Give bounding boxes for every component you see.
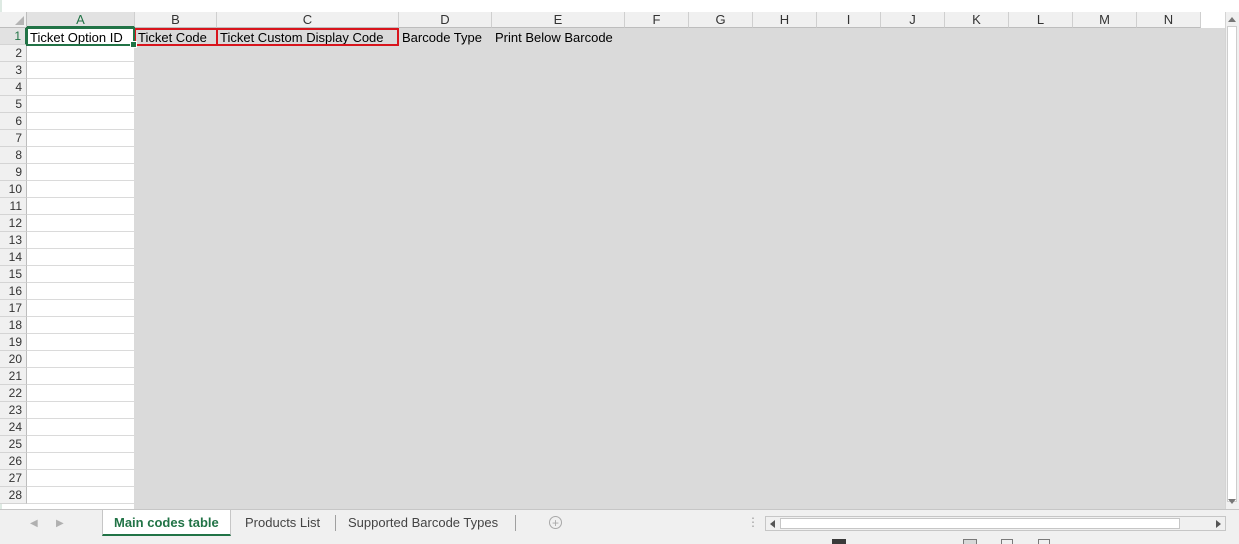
- gridline: [134, 28, 135, 509]
- row-header-27[interactable]: 27: [0, 470, 27, 487]
- status-indicator: [832, 539, 846, 544]
- column-header-c[interactable]: C: [217, 12, 399, 28]
- scroll-right-arrow-icon[interactable]: [1216, 520, 1221, 528]
- highlight-box-b1: [134, 28, 218, 46]
- row-header-3[interactable]: 3: [0, 62, 27, 79]
- row-header-4[interactable]: 4: [0, 79, 27, 96]
- row-header-12[interactable]: 12: [0, 215, 27, 232]
- gridline: [1136, 28, 1137, 509]
- gridline: [816, 28, 817, 509]
- select-all-button[interactable]: [0, 12, 27, 28]
- worksheet: ABCDEFGHIJKLMN 1 2 3 4 5 6 7 8 9 10 11 12 13 14 15 16 17…: [0, 0, 1239, 509]
- row-header-2[interactable]: 2: [0, 45, 27, 62]
- next-sheet-arrow-icon[interactable]: ▶: [56, 518, 64, 529]
- row-header-26[interactable]: 26: [0, 453, 27, 470]
- row-header-11[interactable]: 11: [0, 198, 27, 215]
- horizontal-scroll-thumb[interactable]: [780, 518, 1180, 529]
- gridline: [624, 28, 625, 509]
- gridline: [1008, 28, 1009, 509]
- row-header-7[interactable]: 7: [0, 130, 27, 147]
- column-header-a[interactable]: A: [27, 12, 135, 28]
- row-header-15[interactable]: 15: [0, 266, 27, 283]
- row-header-10[interactable]: 10: [0, 181, 27, 198]
- row-header-8[interactable]: 8: [0, 147, 27, 164]
- row-header-9[interactable]: 9: [0, 164, 27, 181]
- column-header-l[interactable]: L: [1009, 12, 1073, 28]
- gridline: [1072, 28, 1073, 509]
- row-headers: 1 2 3 4 5 6 7 8 9 10 11 12 13 14 15 16 17 18 19 20 21 22 23 24 2…: [0, 28, 27, 504]
- column-header-g[interactable]: G: [689, 12, 753, 28]
- column-header-b[interactable]: B: [135, 12, 217, 28]
- vertical-scrollbar[interactable]: [1225, 12, 1239, 509]
- gridline: [398, 28, 399, 509]
- column-header-d[interactable]: D: [399, 12, 492, 28]
- column-header-n[interactable]: N: [1137, 12, 1201, 28]
- row-header-16[interactable]: 16: [0, 283, 27, 300]
- scroll-down-arrow-icon[interactable]: [1228, 499, 1236, 504]
- gridline: [491, 28, 492, 509]
- column-header-h[interactable]: H: [753, 12, 817, 28]
- tab-supported-barcode-types[interactable]: Supported Barcode Types: [337, 510, 509, 536]
- normal-view-icon[interactable]: [963, 539, 977, 544]
- splitter-handle-icon[interactable]: ⋮: [747, 515, 759, 529]
- vertical-scroll-thumb[interactable]: [1227, 26, 1237, 502]
- select-all-triangle-icon: [15, 16, 24, 25]
- add-sheet-icon[interactable]: +: [549, 516, 562, 529]
- prev-sheet-arrow-icon[interactable]: ◀: [30, 518, 38, 529]
- row-header-5[interactable]: 5: [0, 96, 27, 113]
- tab-products-list[interactable]: Products List: [234, 510, 331, 536]
- page-break-view-icon[interactable]: [1038, 539, 1050, 544]
- column-header-i[interactable]: I: [817, 12, 881, 28]
- horizontal-scrollbar[interactable]: [765, 516, 1226, 531]
- tab-separator: [335, 515, 336, 531]
- column-header-e[interactable]: E: [492, 12, 625, 28]
- cell-d1[interactable]: Barcode Type: [399, 28, 492, 45]
- row-header-18[interactable]: 18: [0, 317, 27, 334]
- tab-separator: [515, 515, 516, 531]
- highlight-box-c1: [216, 28, 399, 46]
- row-header-17[interactable]: 17: [0, 300, 27, 317]
- gridline: [944, 28, 945, 509]
- sheet-tab-bar: ◀ ▶ Main codes table Products List Suppo…: [0, 509, 1239, 536]
- row-header-25[interactable]: 25: [0, 436, 27, 453]
- active-cell-selection: [26, 27, 137, 48]
- column-header-j[interactable]: J: [881, 12, 945, 28]
- fill-handle[interactable]: [130, 41, 137, 48]
- row-header-21[interactable]: 21: [0, 368, 27, 385]
- cell-e1[interactable]: Print Below Barcode: [492, 28, 625, 45]
- row-header-6[interactable]: 6: [0, 113, 27, 130]
- row-header-13[interactable]: 13: [0, 232, 27, 249]
- column-header-k[interactable]: K: [945, 12, 1009, 28]
- tab-main-codes-table[interactable]: Main codes table: [102, 510, 231, 536]
- cell-grid[interactable]: [27, 28, 1225, 509]
- column-headers: ABCDEFGHIJKLMN: [27, 12, 1201, 28]
- gridline: [880, 28, 881, 509]
- page-layout-view-icon[interactable]: [1001, 539, 1013, 544]
- gridline: [216, 28, 217, 509]
- row-header-22[interactable]: 22: [0, 385, 27, 402]
- row-header-1[interactable]: 1: [0, 28, 27, 45]
- column-header-f[interactable]: F: [625, 12, 689, 28]
- row-header-24[interactable]: 24: [0, 419, 27, 436]
- row-header-19[interactable]: 19: [0, 334, 27, 351]
- row-header-23[interactable]: 23: [0, 402, 27, 419]
- scroll-up-arrow-icon[interactable]: [1228, 17, 1236, 22]
- column-header-m[interactable]: M: [1073, 12, 1137, 28]
- gridline: [1200, 28, 1201, 509]
- gridline: [688, 28, 689, 509]
- status-bar: [0, 536, 1239, 544]
- scroll-left-arrow-icon[interactable]: [770, 520, 775, 528]
- row-header-20[interactable]: 20: [0, 351, 27, 368]
- row-header-28[interactable]: 28: [0, 487, 27, 504]
- gridline: [752, 28, 753, 509]
- row-header-14[interactable]: 14: [0, 249, 27, 266]
